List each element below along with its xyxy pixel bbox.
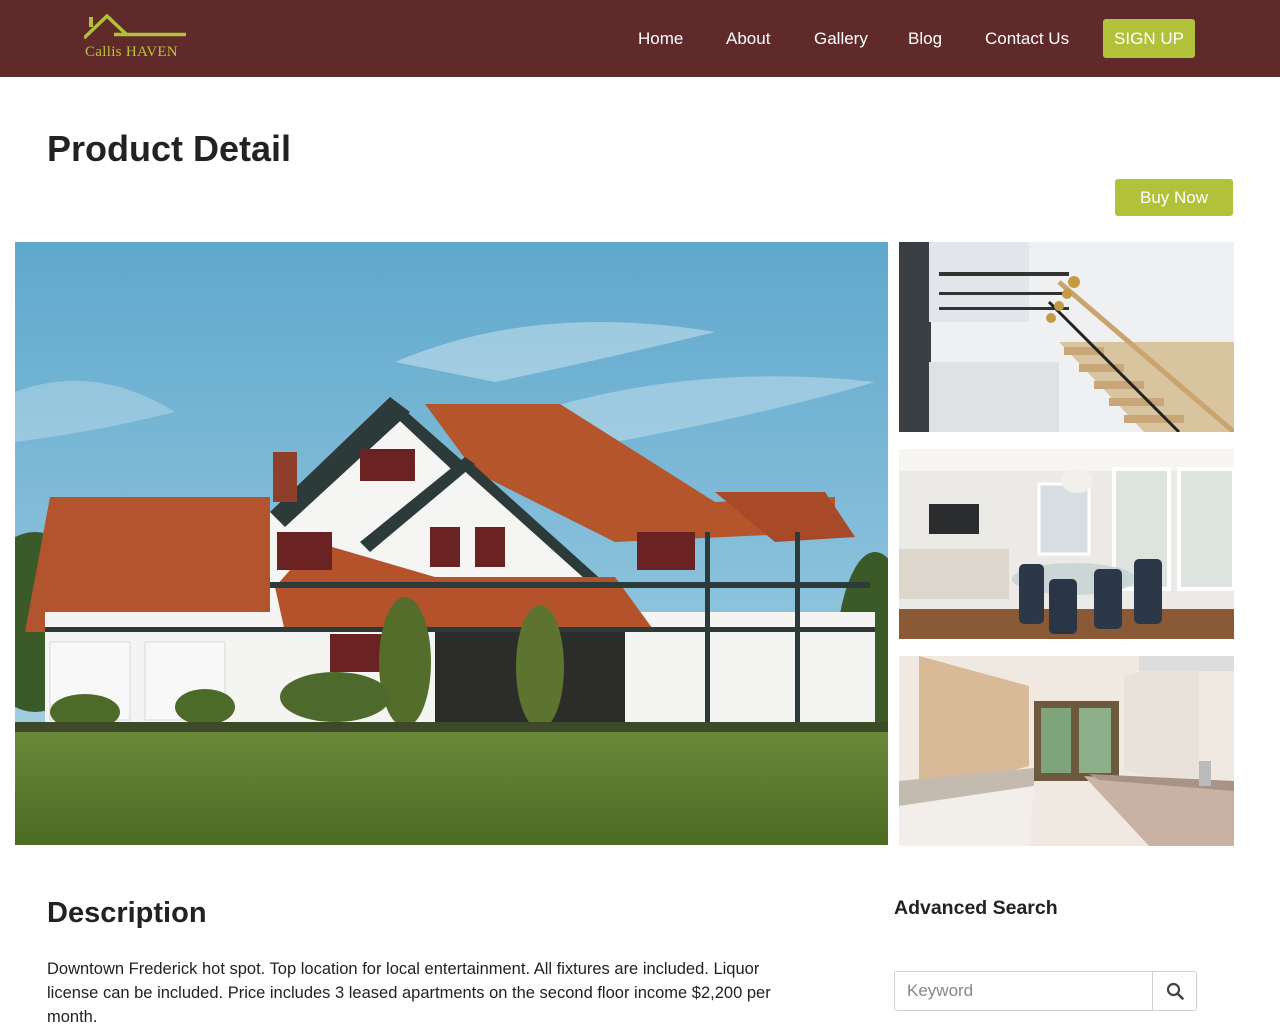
gallery-thumbnail-kitchen[interactable] <box>899 656 1234 846</box>
buy-now-button[interactable]: Buy Now <box>1115 179 1233 216</box>
nav-item-about[interactable]: About <box>726 29 770 49</box>
description-text: Downtown Frederick hot spot. Top locatio… <box>47 960 771 1026</box>
advanced-search-heading: Advanced Search <box>894 897 1058 919</box>
kitchen-image <box>899 656 1234 846</box>
main-property-image[interactable] <box>15 242 888 845</box>
nav-item-gallery[interactable]: Gallery <box>814 29 868 49</box>
search-icon <box>1166 982 1184 1000</box>
nav-item-home[interactable]: Home <box>638 29 683 49</box>
description-heading: Description <box>47 897 207 929</box>
nav-item-contact-us[interactable]: Contact Us <box>985 29 1069 49</box>
page-title: Product Detail <box>47 128 292 169</box>
sign-up-button[interactable]: SIGN UP <box>1103 19 1195 58</box>
keyword-search-input[interactable] <box>895 972 1152 1010</box>
search-button[interactable] <box>1152 972 1196 1010</box>
dining-room-image <box>899 449 1234 639</box>
house-exterior-image <box>15 242 888 845</box>
site-header: Callis HAVEN Home About Gallery Blog Con… <box>0 0 1280 77</box>
gallery-thumbnail-dining-room[interactable] <box>899 449 1234 639</box>
staircase-image <box>899 242 1234 432</box>
nav-item-blog[interactable]: Blog <box>908 29 942 49</box>
gallery-thumbnail-staircase[interactable] <box>899 242 1234 432</box>
main-nav: Home About Gallery Blog Contact Us <box>0 0 1280 77</box>
search-box <box>894 971 1197 1011</box>
